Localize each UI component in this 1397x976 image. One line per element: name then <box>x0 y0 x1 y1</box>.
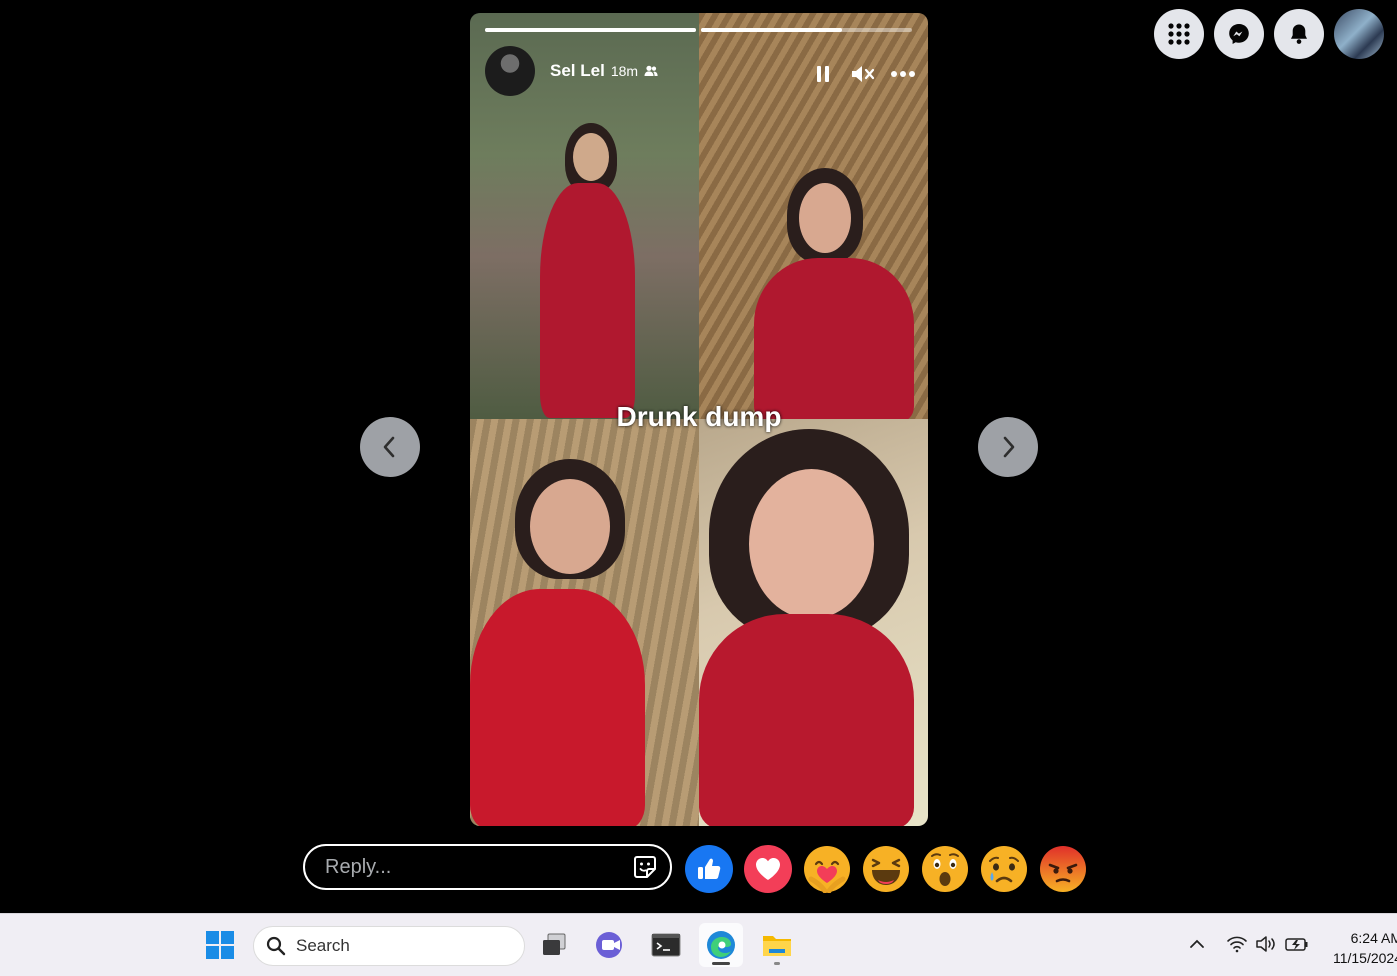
love-reaction[interactable] <box>744 845 792 893</box>
angry-emoji-icon <box>1040 846 1086 892</box>
taskbar: Search 6:24 AM 11/15/2024 <box>0 913 1397 976</box>
wow-reaction[interactable] <box>921 845 969 893</box>
clock-time: 6:24 AM <box>1350 930 1397 946</box>
story-viewer[interactable]: Sel Lel 18m Drunk dump <box>470 13 928 826</box>
mute-button[interactable] <box>850 63 876 85</box>
edge-active-indicator <box>712 962 730 965</box>
taskbar-search[interactable]: Search <box>253 926 525 966</box>
next-story-button[interactable] <box>978 417 1038 477</box>
notifications-button[interactable] <box>1274 9 1324 59</box>
reply-input[interactable] <box>323 854 632 880</box>
profile-avatar[interactable] <box>1334 9 1384 59</box>
mute-icon <box>852 66 875 82</box>
story-progress-fill-2 <box>701 28 843 32</box>
more-options-icon <box>891 71 915 77</box>
story-photo-4 <box>699 419 928 826</box>
wifi-status[interactable] <box>1225 932 1249 956</box>
wifi-icon <box>1227 936 1247 953</box>
story-progress-2 <box>701 28 912 32</box>
more-options-button[interactable] <box>890 63 916 85</box>
sad-reaction[interactable] <box>980 845 1028 893</box>
story-photo-3 <box>470 419 699 826</box>
reaction-bar <box>685 845 1087 893</box>
like-reaction[interactable] <box>685 845 733 893</box>
chevron-up-icon <box>1190 939 1204 948</box>
start-button[interactable] <box>198 923 242 967</box>
previous-story-button[interactable] <box>360 417 420 477</box>
search-icon <box>266 936 286 956</box>
angry-reaction[interactable] <box>1039 845 1087 893</box>
windows-logo-icon <box>206 931 234 959</box>
terminal-icon <box>651 933 681 957</box>
search-label: Search <box>296 936 350 955</box>
video-call-icon <box>596 932 622 958</box>
explorer-running-indicator <box>774 962 780 965</box>
menu-grid-button[interactable] <box>1154 9 1204 59</box>
battery-charging-icon <box>1285 938 1308 951</box>
show-hidden-icons-button[interactable] <box>1185 932 1209 956</box>
file-explorer-button[interactable] <box>755 923 799 967</box>
author-avatar[interactable] <box>485 46 535 96</box>
like-icon <box>698 858 721 879</box>
teams-meet-button[interactable] <box>589 923 633 967</box>
sad-emoji-icon <box>981 846 1027 892</box>
messenger-button[interactable] <box>1214 9 1264 59</box>
folder-icon <box>763 936 791 956</box>
haha-reaction[interactable] <box>862 845 910 893</box>
chevron-left-icon <box>383 436 395 458</box>
story-progress-fill-1 <box>485 28 696 32</box>
author-name[interactable]: Sel Lel <box>550 61 605 81</box>
care-emoji-icon <box>804 846 850 893</box>
edge-button[interactable] <box>699 923 743 967</box>
reply-box[interactable] <box>303 844 672 890</box>
heart-icon <box>756 858 780 880</box>
notifications-icon <box>1291 24 1307 44</box>
sticker-icon[interactable] <box>632 854 658 880</box>
clock-date: 11/15/2024 <box>1332 950 1397 966</box>
pause-icon <box>817 66 829 82</box>
system-clock[interactable]: 6:24 AM 11/15/2024 <box>1322 928 1397 968</box>
chevron-right-icon <box>1003 436 1015 458</box>
volume-icon <box>1256 936 1275 952</box>
task-view-icon <box>543 933 566 955</box>
menu-grid-icon <box>1168 23 1190 45</box>
wow-emoji-icon <box>922 846 968 892</box>
story-time: 18m <box>610 63 639 79</box>
story-controls <box>810 63 916 85</box>
story-caption: Drunk dump <box>616 401 782 432</box>
terminal-button[interactable] <box>644 923 688 967</box>
friends-icon <box>644 65 658 76</box>
haha-emoji-icon <box>863 846 909 892</box>
edge-browser-icon <box>707 931 735 959</box>
story-progress-1 <box>485 28 696 32</box>
task-view-button[interactable] <box>532 923 576 967</box>
battery-status[interactable] <box>1285 932 1309 956</box>
pause-button[interactable] <box>810 63 836 85</box>
messenger-icon <box>1229 24 1249 44</box>
story-header: Sel Lel 18m <box>485 46 658 96</box>
volume-status[interactable] <box>1254 932 1278 956</box>
care-reaction[interactable] <box>803 845 851 893</box>
